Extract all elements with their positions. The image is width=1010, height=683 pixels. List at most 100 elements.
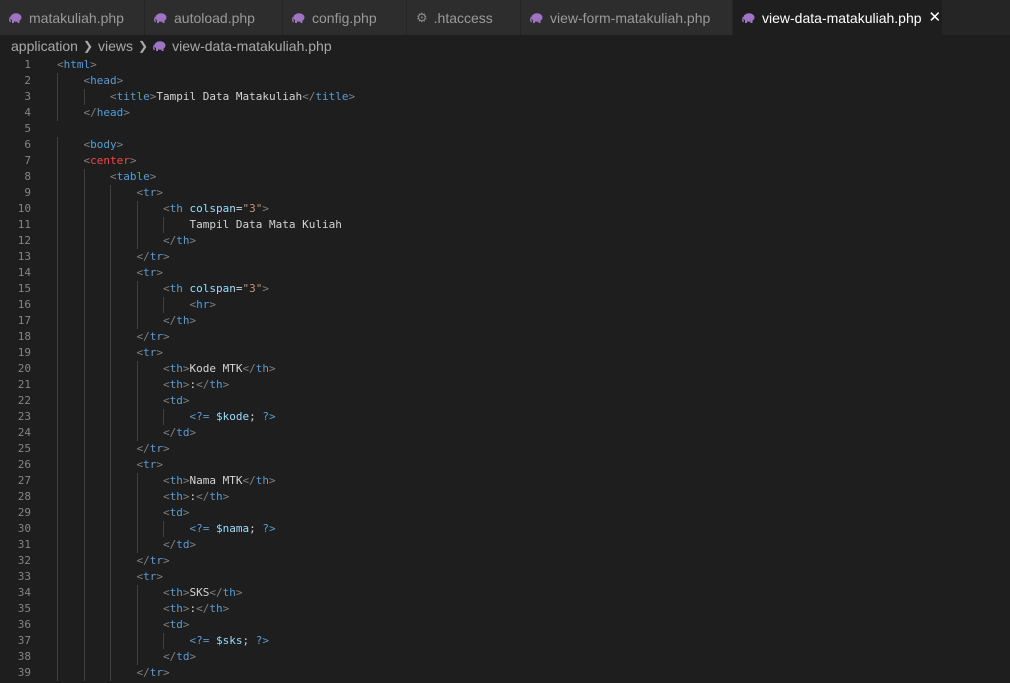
tab-view-form-matakuliah-php[interactable]: view-form-matakuliah.php — [521, 0, 733, 35]
indent-guide — [57, 633, 58, 649]
tab-autoload-php[interactable]: autoload.php — [145, 0, 283, 35]
indent-guide — [83, 265, 85, 281]
php-elephant-icon — [530, 12, 543, 23]
code-line[interactable]: 21 <th>:</th> — [0, 377, 1010, 393]
code-line[interactable]: 39 </tr> — [0, 665, 1010, 681]
code-token: > — [116, 74, 124, 87]
code-line[interactable]: 32 </tr> — [0, 553, 1010, 569]
code-line[interactable]: 3 <title>Tampil Data Matakuliah</title> — [0, 89, 1010, 105]
code-line[interactable]: 35 <th>:</th> — [0, 601, 1010, 617]
indent-guide — [110, 409, 111, 425]
code-text: <head> — [84, 73, 124, 89]
indent-guide — [136, 473, 138, 489]
code-text: </tr> — [137, 553, 170, 569]
code-line[interactable]: 33 <tr> — [0, 569, 1010, 585]
code-line[interactable]: 19 <tr> — [0, 345, 1010, 361]
code-line[interactable]: 6 <body> — [0, 137, 1010, 153]
tab-view-data-matakuliah-php[interactable]: view-data-matakuliah.php ✕ — [733, 0, 943, 35]
indent-guide — [110, 617, 111, 633]
code-token: < — [110, 170, 117, 183]
indent-guide — [110, 217, 111, 233]
code-line[interactable]: 11 Tampil Data Mata Kuliah — [0, 217, 1010, 233]
indent-guide — [163, 521, 164, 537]
code-line[interactable]: 23 <?= $kode; ?> — [0, 409, 1010, 425]
code-line[interactable]: 8 <table> — [0, 169, 1010, 185]
code-line[interactable]: 2 <head> — [0, 73, 1010, 89]
code-token: > — [182, 378, 190, 391]
code-line[interactable]: 12 </th> — [0, 233, 1010, 249]
code-token: > — [189, 234, 197, 247]
code-token: th — [169, 282, 183, 295]
indent-guide — [110, 569, 111, 585]
tab-htaccess[interactable]: ⚙ .htaccess — [407, 0, 521, 35]
code-token: < — [163, 202, 170, 215]
code-line[interactable]: 7 <center> — [0, 153, 1010, 169]
code-token: head — [90, 74, 117, 87]
code-line[interactable]: 36 <td> — [0, 617, 1010, 633]
indent-guide — [83, 665, 85, 681]
breadcrumb-folder-views[interactable]: views — [98, 38, 133, 54]
php-elephant-icon — [742, 12, 755, 23]
code-line[interactable]: 31 </td> — [0, 537, 1010, 553]
code-token: th — [169, 362, 183, 375]
tab-label: view-form-matakuliah.php — [550, 9, 711, 26]
indent-guide — [57, 281, 58, 297]
code-token: title — [315, 90, 349, 103]
line-number: 26 — [17, 458, 31, 471]
code-line[interactable]: 10 <th colspan="3"> — [0, 201, 1010, 217]
line-number: 15 — [17, 282, 31, 295]
code-token: ; — [242, 634, 256, 647]
tab-label: config.php — [312, 9, 377, 26]
code-token: td — [169, 618, 183, 631]
indent-guide — [57, 201, 58, 217]
code-line[interactable]: 13 </tr> — [0, 249, 1010, 265]
code-line[interactable]: 4 </head> — [0, 105, 1010, 121]
line-number: 8 — [24, 170, 31, 183]
line-number: 19 — [17, 346, 31, 359]
code-token: > — [222, 378, 230, 391]
code-line[interactable]: 20 <th>Kode MTK</th> — [0, 361, 1010, 377]
code-line[interactable]: 25 </tr> — [0, 441, 1010, 457]
indent-guide — [83, 185, 85, 201]
indent-guide — [83, 569, 85, 585]
code-line[interactable]: 17 </th> — [0, 313, 1010, 329]
code-line[interactable]: 22 <td> — [0, 393, 1010, 409]
line-number: 7 — [24, 154, 31, 167]
indent-guide — [57, 441, 58, 457]
code-line[interactable]: 34 <th>SKS</th> — [0, 585, 1010, 601]
code-token: ?> — [255, 634, 269, 647]
code-token: body — [90, 138, 117, 151]
close-icon[interactable]: ✕ — [929, 10, 942, 25]
code-editor[interactable]: 1 <html> 2 <head> 3 <title>Tampil Data Mataku… — [0, 57, 1010, 683]
indent-guide — [83, 601, 85, 617]
indent-guide — [136, 217, 138, 233]
code-line[interactable]: 28 <th>:</th> — [0, 489, 1010, 505]
code-line[interactable]: 24 </td> — [0, 425, 1010, 441]
code-line[interactable]: 27 <th>Nama MTK</th> — [0, 473, 1010, 489]
breadcrumb-file[interactable]: view-data-matakuliah.php — [172, 38, 332, 54]
code-line[interactable]: 29 <td> — [0, 505, 1010, 521]
code-line[interactable]: 5 — [0, 121, 1010, 137]
code-line[interactable]: 9 <tr> — [0, 185, 1010, 201]
tab-matakuliah-php[interactable]: matakuliah.php — [0, 0, 145, 35]
code-line[interactable]: 18 </tr> — [0, 329, 1010, 345]
code-line[interactable]: 1 <html> — [0, 57, 1010, 73]
indent-guide — [110, 537, 111, 553]
code-token: "3" — [242, 202, 263, 215]
code-line[interactable]: 15 <th colspan="3"> — [0, 281, 1010, 297]
code-line[interactable]: 14 <tr> — [0, 265, 1010, 281]
breadcrumb-folder-application[interactable]: application — [11, 38, 78, 54]
code-line[interactable]: 38 </td> — [0, 649, 1010, 665]
code-line[interactable]: 30 <?= $nama; ?> — [0, 521, 1010, 537]
code-line[interactable]: 16 <hr> — [0, 297, 1010, 313]
tab-config-php[interactable]: config.php — [283, 0, 407, 35]
code-token: td — [169, 506, 183, 519]
code-token: title — [116, 90, 150, 103]
indent-guide — [83, 313, 85, 329]
line-number: 9 — [24, 186, 31, 199]
code-token: > — [189, 538, 197, 551]
code-line[interactable]: 26 <tr> — [0, 457, 1010, 473]
code-line[interactable]: 37 <?= $sks; ?> — [0, 633, 1010, 649]
code-text: </td> — [163, 425, 196, 441]
code-text: </td> — [163, 649, 196, 665]
